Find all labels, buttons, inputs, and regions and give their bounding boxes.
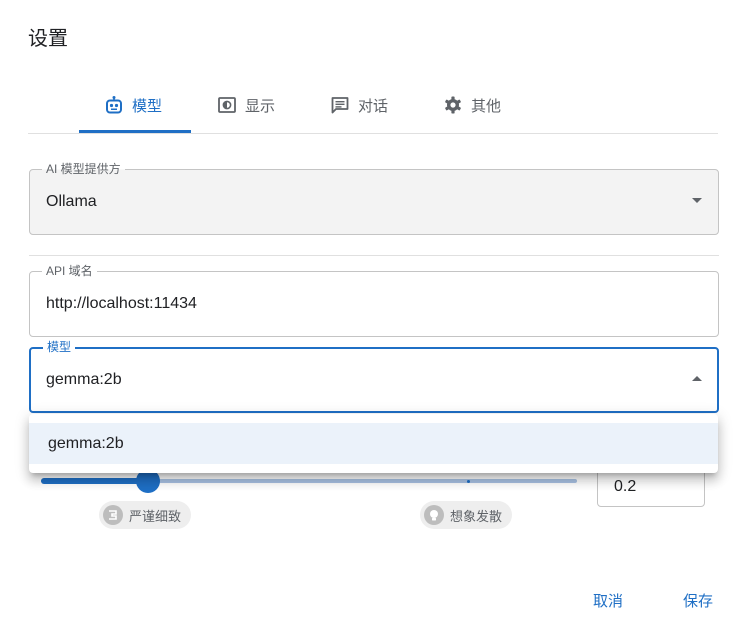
lightbulb-icon: [424, 505, 444, 525]
tab-chat[interactable]: 对话: [330, 80, 388, 130]
provider-select[interactable]: AI 模型提供方 Ollama: [29, 162, 719, 235]
model-value: gemma:2b: [46, 371, 122, 388]
display-icon: [217, 95, 237, 115]
model-dropdown-menu: gemma:2b: [29, 414, 718, 473]
api-host-input[interactable]: API 域名 http://localhost:11434: [29, 264, 719, 337]
cancel-button[interactable]: 取消: [593, 590, 623, 611]
strict-label: 严谨细致: [129, 508, 182, 524]
chat-icon: [330, 95, 350, 115]
divider: [29, 255, 719, 256]
tab-other[interactable]: 其他: [443, 80, 501, 130]
tab-chat-label: 对话: [358, 97, 389, 115]
slider-track-fill: [41, 478, 148, 484]
temperature-value: 0.2: [614, 478, 637, 495]
model-select[interactable]: 模型 gemma:2b: [29, 340, 719, 413]
tab-display-label: 显示: [245, 97, 276, 115]
robot-icon: [104, 95, 124, 115]
precise-icon: [103, 505, 123, 525]
dropdown-arrow-icon: [692, 376, 702, 381]
tab-display[interactable]: 显示: [217, 80, 275, 130]
dialog-title: 设置: [28, 28, 68, 50]
provider-label: AI 模型提供方: [42, 162, 125, 176]
tab-model-label: 模型: [132, 97, 163, 115]
tab-model[interactable]: 模型: [104, 80, 162, 130]
imaginative-label: 想象发散: [450, 508, 503, 524]
tab-other-label: 其他: [471, 97, 502, 115]
slider-mark: [467, 480, 470, 483]
provider-value: Ollama: [46, 193, 97, 210]
save-button[interactable]: 保存: [683, 590, 713, 611]
model-option[interactable]: gemma:2b: [29, 423, 718, 464]
api-host-value: http://localhost:11434: [46, 295, 197, 312]
dropdown-arrow-icon: [692, 198, 702, 203]
settings-dialog: 设置 模型 显示 对话 其他 AI 模型提供方 Ollama API 域名 ht…: [0, 0, 746, 630]
strict-chip[interactable]: 严谨细致: [99, 501, 192, 529]
gear-icon: [443, 95, 463, 115]
model-label: 模型: [43, 340, 76, 354]
api-host-label: API 域名: [42, 264, 97, 278]
active-tab-indicator: [79, 130, 191, 133]
imaginative-chip[interactable]: 想象发散: [420, 501, 513, 529]
tab-bar: 模型 显示 对话 其他: [28, 80, 718, 134]
